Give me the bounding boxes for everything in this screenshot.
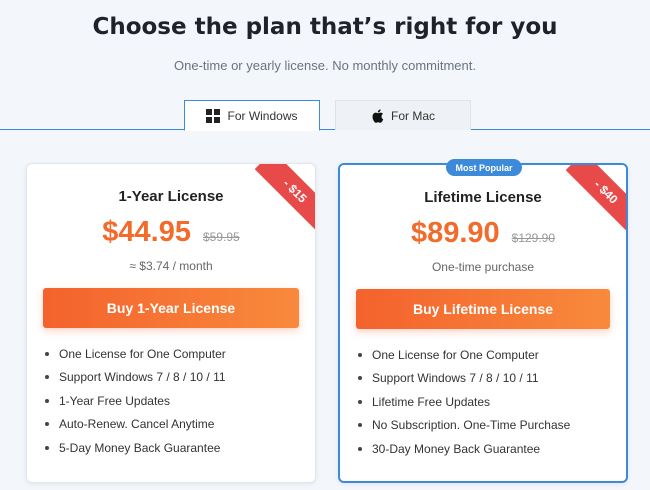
plan-card-1-year: - $15 1-Year License $44.95 $59.95 ≈ $3.… — [26, 163, 316, 483]
list-item: One License for One Computer — [45, 342, 305, 366]
feature-text: 1-Year Free Updates — [59, 393, 170, 408]
bullet-icon — [45, 422, 49, 427]
plan-old-price: $129.90 — [511, 231, 556, 245]
list-item: 1-Year Free Updates — [45, 389, 305, 413]
bullet-icon — [358, 446, 362, 451]
bullet-icon — [358, 423, 362, 428]
price-row: $44.95 $59.95 — [27, 216, 315, 249]
plan-price: $89.90 — [410, 217, 500, 249]
feature-list: One License for One Computer Support Win… — [45, 342, 305, 460]
list-item: Support Windows 7 / 8 / 10 / 11 — [358, 367, 616, 391]
feature-text: One License for One Computer — [372, 347, 539, 362]
buy-lifetime-button[interactable]: Buy Lifetime License — [356, 289, 610, 329]
bullet-icon — [358, 352, 362, 357]
page-subtitle: One-time or yearly license. No monthly c… — [174, 58, 476, 73]
feature-text: Support Windows 7 / 8 / 10 / 11 — [372, 371, 539, 386]
plan-note: ≈ $3.74 / month — [129, 259, 213, 273]
list-item: Auto-Renew. Cancel Anytime — [45, 413, 305, 437]
feature-list: One License for One Computer Support Win… — [358, 343, 616, 461]
tab-mac[interactable]: For Mac — [335, 100, 471, 130]
list-item: Support Windows 7 / 8 / 10 / 11 — [45, 366, 305, 390]
tab-windows[interactable]: For Windows — [184, 100, 320, 131]
most-popular-badge: Most Popular — [446, 159, 522, 176]
tab-mac-label: For Mac — [390, 108, 435, 123]
plan-name: Lifetime License — [424, 189, 542, 206]
list-item: 5-Day Money Back Guarantee — [45, 436, 305, 460]
list-item: 30-Day Money Back Guarantee — [358, 437, 616, 461]
tab-divider — [0, 129, 650, 130]
plan-card-lifetime: - $40 Lifetime License $89.90 $129.90 On… — [338, 163, 628, 483]
feature-text: 5-Day Money Back Guarantee — [59, 440, 221, 455]
bullet-icon — [45, 375, 49, 380]
plan-old-price: $59.95 — [203, 230, 240, 244]
apple-icon — [372, 108, 384, 123]
bullet-icon — [45, 398, 49, 403]
feature-text: No Subscription. One-Time Purchase — [372, 418, 571, 433]
feature-text: Lifetime Free Updates — [372, 394, 491, 409]
plan-name: 1-Year License — [118, 188, 224, 205]
bullet-icon — [358, 376, 362, 381]
bullet-icon — [45, 445, 49, 450]
page-title: Choose the plan that’s right for you — [92, 14, 558, 40]
list-item: One License for One Computer — [358, 343, 616, 367]
feature-text: One License for One Computer — [59, 346, 226, 361]
plan-note: One-time purchase — [431, 260, 535, 274]
feature-text: 30-Day Money Back Guarantee — [372, 441, 541, 456]
windows-icon — [206, 108, 221, 123]
buy-1-year-button[interactable]: Buy 1-Year License — [43, 288, 299, 328]
bullet-icon — [45, 351, 49, 356]
feature-text: Auto-Renew. Cancel Anytime — [59, 417, 215, 432]
price-row: $89.90 $129.90 — [340, 217, 626, 250]
plan-price: $44.95 — [102, 216, 191, 248]
bullet-icon — [358, 399, 362, 404]
feature-text: Support Windows 7 / 8 / 10 / 11 — [59, 370, 226, 385]
list-item: Lifetime Free Updates — [358, 390, 616, 414]
tab-windows-label: For Windows — [227, 108, 298, 123]
list-item: No Subscription. One-Time Purchase — [358, 414, 616, 438]
